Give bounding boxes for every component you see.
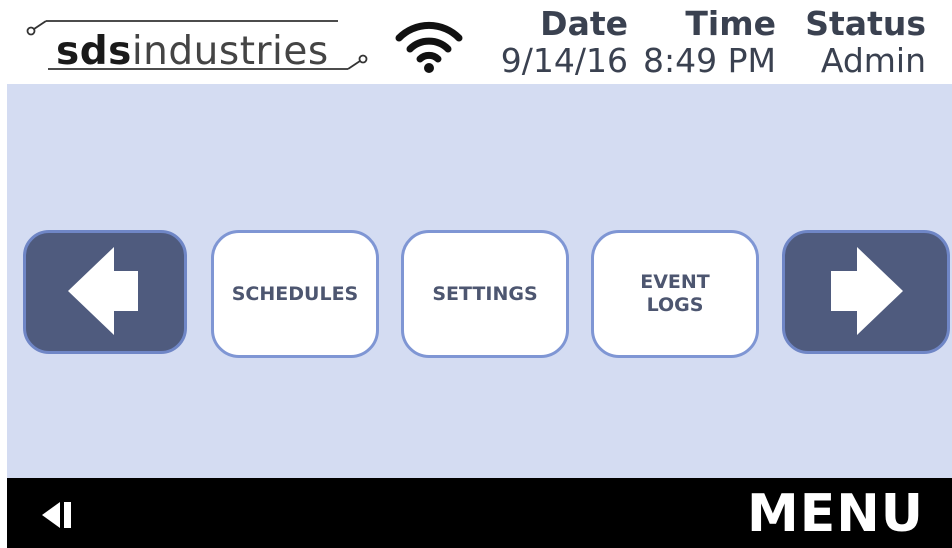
footer-bar: MENU xyxy=(0,478,952,548)
header-bar: sdsindustries Date 9/14/16 Time 8:49 PM … xyxy=(0,0,952,84)
logo-bold-text: sds xyxy=(56,29,132,74)
date-label: Date xyxy=(540,4,628,43)
date-display: Date 9/14/16 xyxy=(501,6,628,80)
logo-light-text: industries xyxy=(131,29,329,74)
left-edge xyxy=(0,0,7,548)
status-label: Status xyxy=(805,4,926,43)
settings-button[interactable]: SETTINGS xyxy=(401,230,569,358)
arrow-left-icon xyxy=(68,247,138,335)
time-display: Time 8:49 PM xyxy=(643,6,776,80)
event-logs-button[interactable]: EVENT LOGS xyxy=(591,230,759,358)
menu-panel: SCHEDULES SETTINGS EVENT LOGS xyxy=(7,84,952,478)
schedules-button[interactable]: SCHEDULES xyxy=(211,230,379,358)
schedules-label: SCHEDULES xyxy=(231,282,359,305)
back-arrow-icon[interactable] xyxy=(40,500,76,530)
event-logs-label-line2: LOGS xyxy=(646,294,704,316)
status-value: Admin xyxy=(820,41,926,80)
time-label: Time xyxy=(685,4,776,43)
status-display: Status Admin xyxy=(805,6,926,80)
settings-label: SETTINGS xyxy=(432,282,538,305)
date-value: 9/14/16 xyxy=(500,41,628,80)
event-logs-label-line1: EVENT xyxy=(640,271,710,293)
wifi-icon xyxy=(393,16,465,76)
time-value: 8:49 PM xyxy=(643,41,776,80)
arrow-right-icon xyxy=(831,247,903,335)
page-title: MENU xyxy=(746,484,924,544)
next-page-button[interactable] xyxy=(782,230,950,354)
previous-page-button[interactable] xyxy=(23,230,187,354)
sds-industries-logo: sdsindustries xyxy=(26,14,374,76)
